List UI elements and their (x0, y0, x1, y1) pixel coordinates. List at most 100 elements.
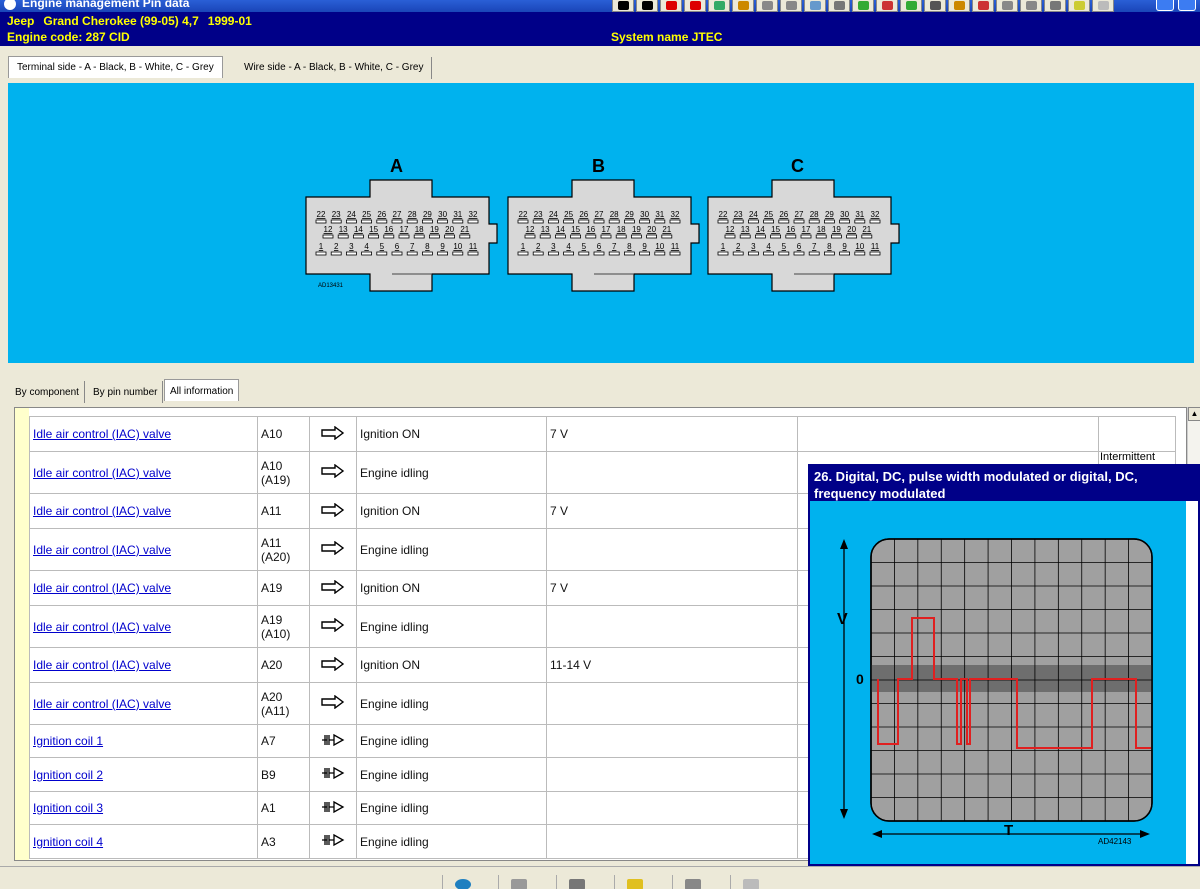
pin-socket (869, 251, 881, 256)
pin-id: A1 (261, 801, 276, 815)
pin-number: 8 (425, 242, 430, 251)
note-icon[interactable] (1020, 0, 1042, 12)
pin-socket (785, 234, 797, 239)
connector-label-b: B (592, 156, 605, 176)
pin-number: 2 (334, 242, 339, 251)
intermittent-label: Intermittent (1100, 451, 1156, 463)
pin-number: 29 (625, 210, 634, 219)
pin-number: 22 (519, 210, 528, 219)
coil-symbol-icon (309, 724, 357, 758)
nav-back-icon[interactable] (636, 0, 658, 12)
condition-cell: Ignition ON (356, 416, 547, 452)
table-row[interactable]: Idle air control (IAC) valve A10 Ignition … (29, 416, 1176, 452)
help-icon[interactable] (996, 0, 1018, 12)
tab-by-component[interactable]: By component (10, 381, 85, 403)
component-cell: Idle air control (IAC) valve (29, 451, 258, 494)
camera-icon[interactable] (556, 875, 596, 889)
check-icon[interactable] (900, 0, 922, 12)
tab-all-information[interactable]: All information (164, 379, 240, 401)
component-link[interactable]: Idle air control (IAC) valve (33, 658, 171, 672)
pin-number: 30 (640, 210, 649, 219)
restore-button[interactable] (1178, 0, 1196, 11)
pin-number: 25 (764, 210, 773, 219)
pin-socket (368, 234, 380, 239)
pin-number: 27 (795, 210, 804, 219)
component-link[interactable]: Ignition coil 4 (33, 835, 103, 849)
component-cell: Ignition coil 2 (29, 757, 258, 792)
pen-icon[interactable] (498, 875, 538, 889)
flag-icon[interactable] (684, 0, 706, 12)
pin-socket (778, 251, 790, 256)
component-link[interactable]: Idle air control (IAC) valve (33, 697, 171, 711)
pin-pair: (A19) (261, 472, 291, 487)
pin-number: 31 (855, 210, 864, 219)
refresh-icon[interactable] (756, 0, 778, 12)
pin-socket (345, 219, 357, 224)
pin-number: 13 (741, 225, 750, 234)
signal-arrow-icon (309, 416, 357, 452)
pin-id: B9 (261, 767, 276, 782)
value-cell (546, 605, 798, 648)
book-icon[interactable] (1092, 0, 1114, 12)
component-icon[interactable] (828, 0, 850, 12)
pin-number: 18 (817, 225, 826, 234)
pin-number: 32 (469, 210, 478, 219)
warning-icon[interactable] (660, 0, 682, 12)
car-icon[interactable] (924, 0, 946, 12)
print-icon[interactable] (672, 875, 712, 889)
component-link[interactable]: Idle air control (IAC) valve (33, 620, 171, 634)
pin-number: 30 (840, 210, 849, 219)
component-link[interactable]: Ignition coil 2 (33, 768, 103, 782)
doc-icon[interactable] (1068, 0, 1090, 12)
pin-socket (437, 219, 449, 224)
diagram-icon[interactable] (948, 0, 970, 12)
book-icon[interactable] (730, 875, 770, 889)
tab-terminal-side[interactable]: Terminal side - A - Black, B - White, C … (8, 56, 223, 78)
waveform-popup: 26. Digital, DC, pulse width modulated o… (808, 464, 1200, 866)
component-link[interactable]: Idle air control (IAC) valve (33, 581, 171, 595)
app-window: Engine management Pin data Jeep Grand Che… (0, 0, 1200, 889)
coil-symbol-icon (309, 791, 357, 825)
component-link[interactable]: Ignition coil 1 (33, 734, 103, 748)
pin-socket (578, 251, 590, 256)
stop-icon[interactable] (780, 0, 802, 12)
pin-number: 31 (453, 210, 462, 219)
pin-socket (376, 251, 388, 256)
pin-socket (724, 234, 736, 239)
note-icon[interactable] (614, 875, 654, 889)
nav-first-icon[interactable] (612, 0, 634, 12)
globe-icon[interactable] (442, 875, 482, 889)
component-link[interactable]: Idle air control (IAC) valve (33, 427, 171, 441)
pin-socket (548, 219, 559, 224)
fuse-icon[interactable] (852, 0, 874, 12)
tab-wire-side[interactable]: Wire side - A - Black, B - White, C - Gr… (236, 57, 433, 79)
pin-socket (361, 219, 373, 224)
list-icon[interactable] (1044, 0, 1066, 12)
chart-icon[interactable] (708, 0, 730, 12)
component-link[interactable]: Idle air control (IAC) valve (33, 466, 171, 480)
pin-number: 21 (460, 225, 469, 234)
pin-socket (398, 234, 410, 239)
condition-cell: Engine idling (356, 451, 547, 494)
pin-number: 10 (453, 242, 462, 251)
component-link[interactable]: Idle air control (IAC) valve (33, 543, 171, 557)
pin-socket (532, 251, 544, 256)
pin-socket (669, 251, 681, 256)
component-link[interactable]: Ignition coil 3 (33, 801, 103, 815)
tools-icon[interactable] (804, 0, 826, 12)
tab-by-pin-number[interactable]: By pin number (88, 381, 164, 403)
component-link[interactable]: Idle air control (IAC) valve (33, 504, 171, 518)
waveform-ref-cell[interactable] (797, 416, 1099, 452)
engine-icon[interactable] (876, 0, 898, 12)
pin-socket (421, 251, 433, 256)
minimize-button[interactable] (1156, 0, 1174, 11)
gear-icon[interactable] (732, 0, 754, 12)
pin-id: A10 (261, 458, 283, 473)
signal-arrow-icon (309, 528, 357, 571)
scroll-up-button[interactable]: ▲ (1188, 407, 1200, 421)
pin-socket (352, 234, 364, 239)
pin-number: 19 (632, 225, 641, 234)
print-icon[interactable] (972, 0, 994, 12)
pin-socket (517, 251, 529, 256)
pin-cell: B9 (257, 757, 310, 792)
